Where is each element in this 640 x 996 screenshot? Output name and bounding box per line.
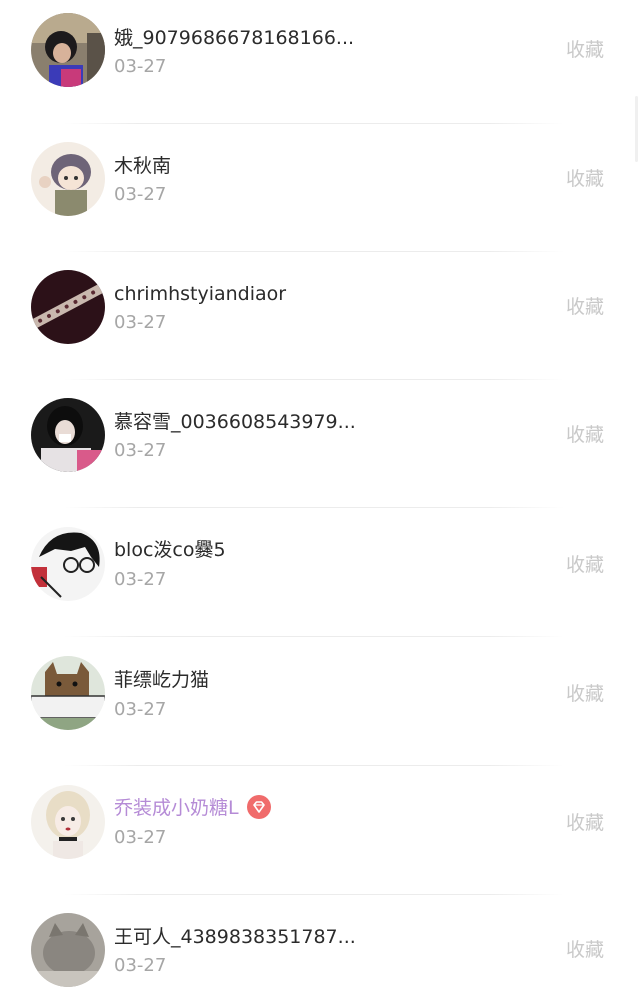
- avatar-dark-pattern-icon: [31, 270, 105, 344]
- avatar-cat-sign-icon: [31, 656, 105, 730]
- avatar-anime-girl-icon: [31, 142, 105, 216]
- date: 03-27: [114, 440, 167, 461]
- collect-button[interactable]: 收藏: [566, 682, 604, 706]
- avatar[interactable]: [31, 785, 105, 859]
- avatar-girl-headphones-icon: [31, 398, 105, 472]
- username[interactable]: 王可人_4389838351787...: [114, 925, 356, 949]
- username[interactable]: 菲缥屹力猫: [114, 668, 209, 692]
- list-item[interactable]: 菲缥屹力猫 03-27 收藏: [0, 641, 640, 769]
- collect-button[interactable]: 收藏: [566, 295, 604, 319]
- avatar[interactable]: [31, 656, 105, 730]
- avatar[interactable]: [31, 270, 105, 344]
- username[interactable]: 木秋南: [114, 154, 171, 178]
- list-item[interactable]: 乔装成小奶糖L 03-27 收藏: [0, 770, 640, 898]
- username-text[interactable]: 乔装成小奶糖L: [114, 797, 239, 819]
- collector-list: 娥_9079686678168166... 03-27 收藏 木秋南 03-27…: [0, 0, 640, 996]
- list-item[interactable]: bloc泼co爨5 03-27 收藏: [0, 512, 640, 640]
- avatar-manga-boy-icon: [31, 527, 105, 601]
- date: 03-27: [114, 312, 167, 333]
- avatar-user-photo-icon: [31, 13, 105, 87]
- date: 03-27: [114, 955, 167, 976]
- date: 03-27: [114, 699, 167, 720]
- list-item[interactable]: chrimhstyiandiaor 03-27 收藏: [0, 256, 640, 384]
- scrollbar[interactable]: [635, 96, 638, 162]
- avatar[interactable]: [31, 13, 105, 87]
- avatar-grey-cat-icon: [31, 913, 105, 987]
- collect-button[interactable]: 收藏: [566, 811, 604, 835]
- username[interactable]: 乔装成小奶糖L: [114, 795, 271, 820]
- avatar[interactable]: [31, 913, 105, 987]
- collect-button[interactable]: 收藏: [566, 167, 604, 191]
- date: 03-27: [114, 569, 167, 590]
- divider: [64, 123, 564, 124]
- collect-button[interactable]: 收藏: [566, 938, 604, 962]
- date: 03-27: [114, 56, 167, 77]
- vip-diamond-icon: [246, 795, 271, 819]
- list-item[interactable]: 慕容雪_0036608543979... 03-27 收藏: [0, 384, 640, 512]
- username[interactable]: chrimhstyiandiaor: [114, 282, 286, 306]
- date: 03-27: [114, 184, 167, 205]
- avatar-blonde-girl-icon: [31, 785, 105, 859]
- collect-button[interactable]: 收藏: [566, 423, 604, 447]
- avatar[interactable]: [31, 142, 105, 216]
- list-item[interactable]: 木秋南 03-27 收藏: [0, 128, 640, 256]
- collect-button[interactable]: 收藏: [566, 38, 604, 62]
- divider: [64, 251, 564, 252]
- divider: [64, 636, 564, 637]
- collect-button[interactable]: 收藏: [566, 553, 604, 577]
- avatar[interactable]: [31, 527, 105, 601]
- username[interactable]: 娥_9079686678168166...: [114, 26, 354, 50]
- avatar[interactable]: [31, 398, 105, 472]
- username[interactable]: 慕容雪_0036608543979...: [114, 410, 356, 434]
- divider: [64, 894, 564, 895]
- date: 03-27: [114, 827, 167, 848]
- list-item[interactable]: 娥_9079686678168166... 03-27 收藏: [0, 0, 640, 128]
- list-item[interactable]: 王可人_4389838351787... 03-27 收藏: [0, 899, 640, 996]
- divider: [64, 379, 564, 380]
- divider: [64, 765, 564, 766]
- divider: [64, 507, 564, 508]
- username[interactable]: bloc泼co爨5: [114, 538, 226, 562]
